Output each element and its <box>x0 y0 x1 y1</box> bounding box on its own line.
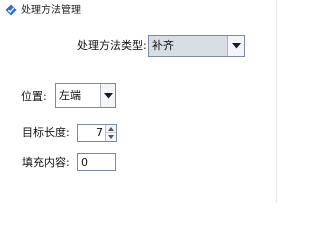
arrow-down-icon <box>108 135 114 139</box>
fill-content-input[interactable] <box>78 154 115 170</box>
app-icon <box>5 4 17 16</box>
arrow-up-icon <box>108 127 114 131</box>
decrement-button[interactable] <box>106 133 116 141</box>
spinner-buttons <box>105 125 116 141</box>
method-type-select[interactable]: 补齐 <box>148 35 245 57</box>
target-length-label: 目标长度: <box>22 126 70 139</box>
window-edge <box>276 0 277 203</box>
increment-button[interactable] <box>106 125 116 133</box>
fill-content-label: 填充内容: <box>22 156 70 169</box>
position-select[interactable]: 左端 <box>55 83 116 108</box>
chevron-down-icon <box>104 93 113 99</box>
position-value: 左端 <box>59 89 81 102</box>
method-type-value: 补齐 <box>152 39 174 52</box>
dialog-window: 处理方法管理 处理方法类型: 补齐 位置: 左端 目标长度: 7 填充内容: 0 <box>0 0 280 203</box>
target-length-spinner[interactable]: 7 <box>77 124 117 142</box>
chevron-down-icon <box>232 43 241 49</box>
method-type-dropdown-button[interactable] <box>227 36 244 56</box>
position-dropdown-button[interactable] <box>100 84 115 107</box>
method-type-label: 处理方法类型: <box>77 39 147 52</box>
title-bar: 处理方法管理 <box>0 0 280 22</box>
position-label: 位置: <box>21 90 47 103</box>
target-length-value: 7 <box>96 126 103 139</box>
window-title: 处理方法管理 <box>21 5 81 16</box>
fill-content-field[interactable] <box>77 153 116 171</box>
